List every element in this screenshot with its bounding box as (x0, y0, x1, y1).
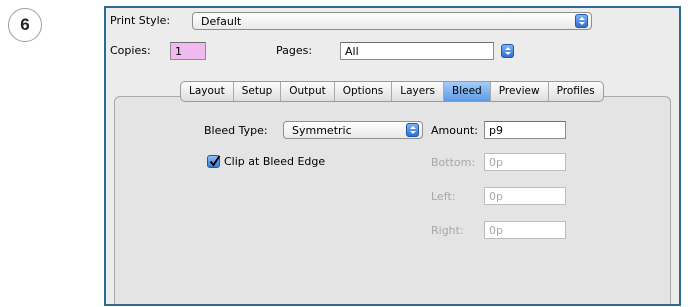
tab-output[interactable]: Output (281, 82, 335, 101)
print-style-popup[interactable]: Default (192, 12, 592, 30)
tab-bleed[interactable]: Bleed (444, 82, 491, 101)
bleed-type-value: Symmetric (292, 124, 352, 137)
bottom-field[interactable]: 0p (484, 153, 566, 171)
tab-layers[interactable]: Layers (392, 82, 445, 101)
tab-preview[interactable]: Preview (491, 82, 549, 101)
left-field[interactable]: 0p (484, 187, 566, 205)
chevron-updown-icon (575, 14, 588, 28)
pages-field[interactable]: All (340, 42, 494, 60)
pages-label: Pages: (276, 44, 313, 57)
step-number-badge: 6 (8, 8, 42, 42)
tab-setup[interactable]: Setup (234, 82, 282, 101)
copies-field[interactable]: 1 (170, 42, 206, 60)
left-label: Left: (431, 190, 456, 203)
bottom-label: Bottom: (431, 156, 476, 169)
step-number: 6 (20, 15, 30, 34)
tab-bar: Layout Setup Output Options Layers Bleed… (180, 81, 604, 102)
pages-chevron-updown-icon[interactable] (501, 44, 514, 58)
right-field[interactable]: 0p (484, 221, 566, 239)
bleed-type-label: Bleed Type: (204, 124, 268, 137)
print-style-label: Print Style: (110, 14, 171, 27)
checkmark-icon (209, 155, 221, 167)
clip-at-bleed-edge-checkbox[interactable] (207, 155, 221, 168)
chevron-updown-icon (406, 123, 419, 137)
copies-label: Copies: (110, 44, 151, 57)
bleed-type-popup[interactable]: Symmetric (283, 121, 423, 139)
tab-layout[interactable]: Layout (181, 82, 234, 101)
tab-options[interactable]: Options (335, 82, 393, 101)
amount-field[interactable]: p9 (484, 121, 566, 139)
print-style-value: Default (201, 15, 242, 28)
clip-at-bleed-edge-label: Clip at Bleed Edge (224, 155, 326, 168)
right-label: Right: (431, 224, 464, 237)
amount-label: Amount: (431, 124, 478, 137)
print-dialog: Print Style: Default Copies: 1 Pages: Al… (104, 6, 681, 306)
tab-profiles[interactable]: Profiles (549, 82, 603, 101)
